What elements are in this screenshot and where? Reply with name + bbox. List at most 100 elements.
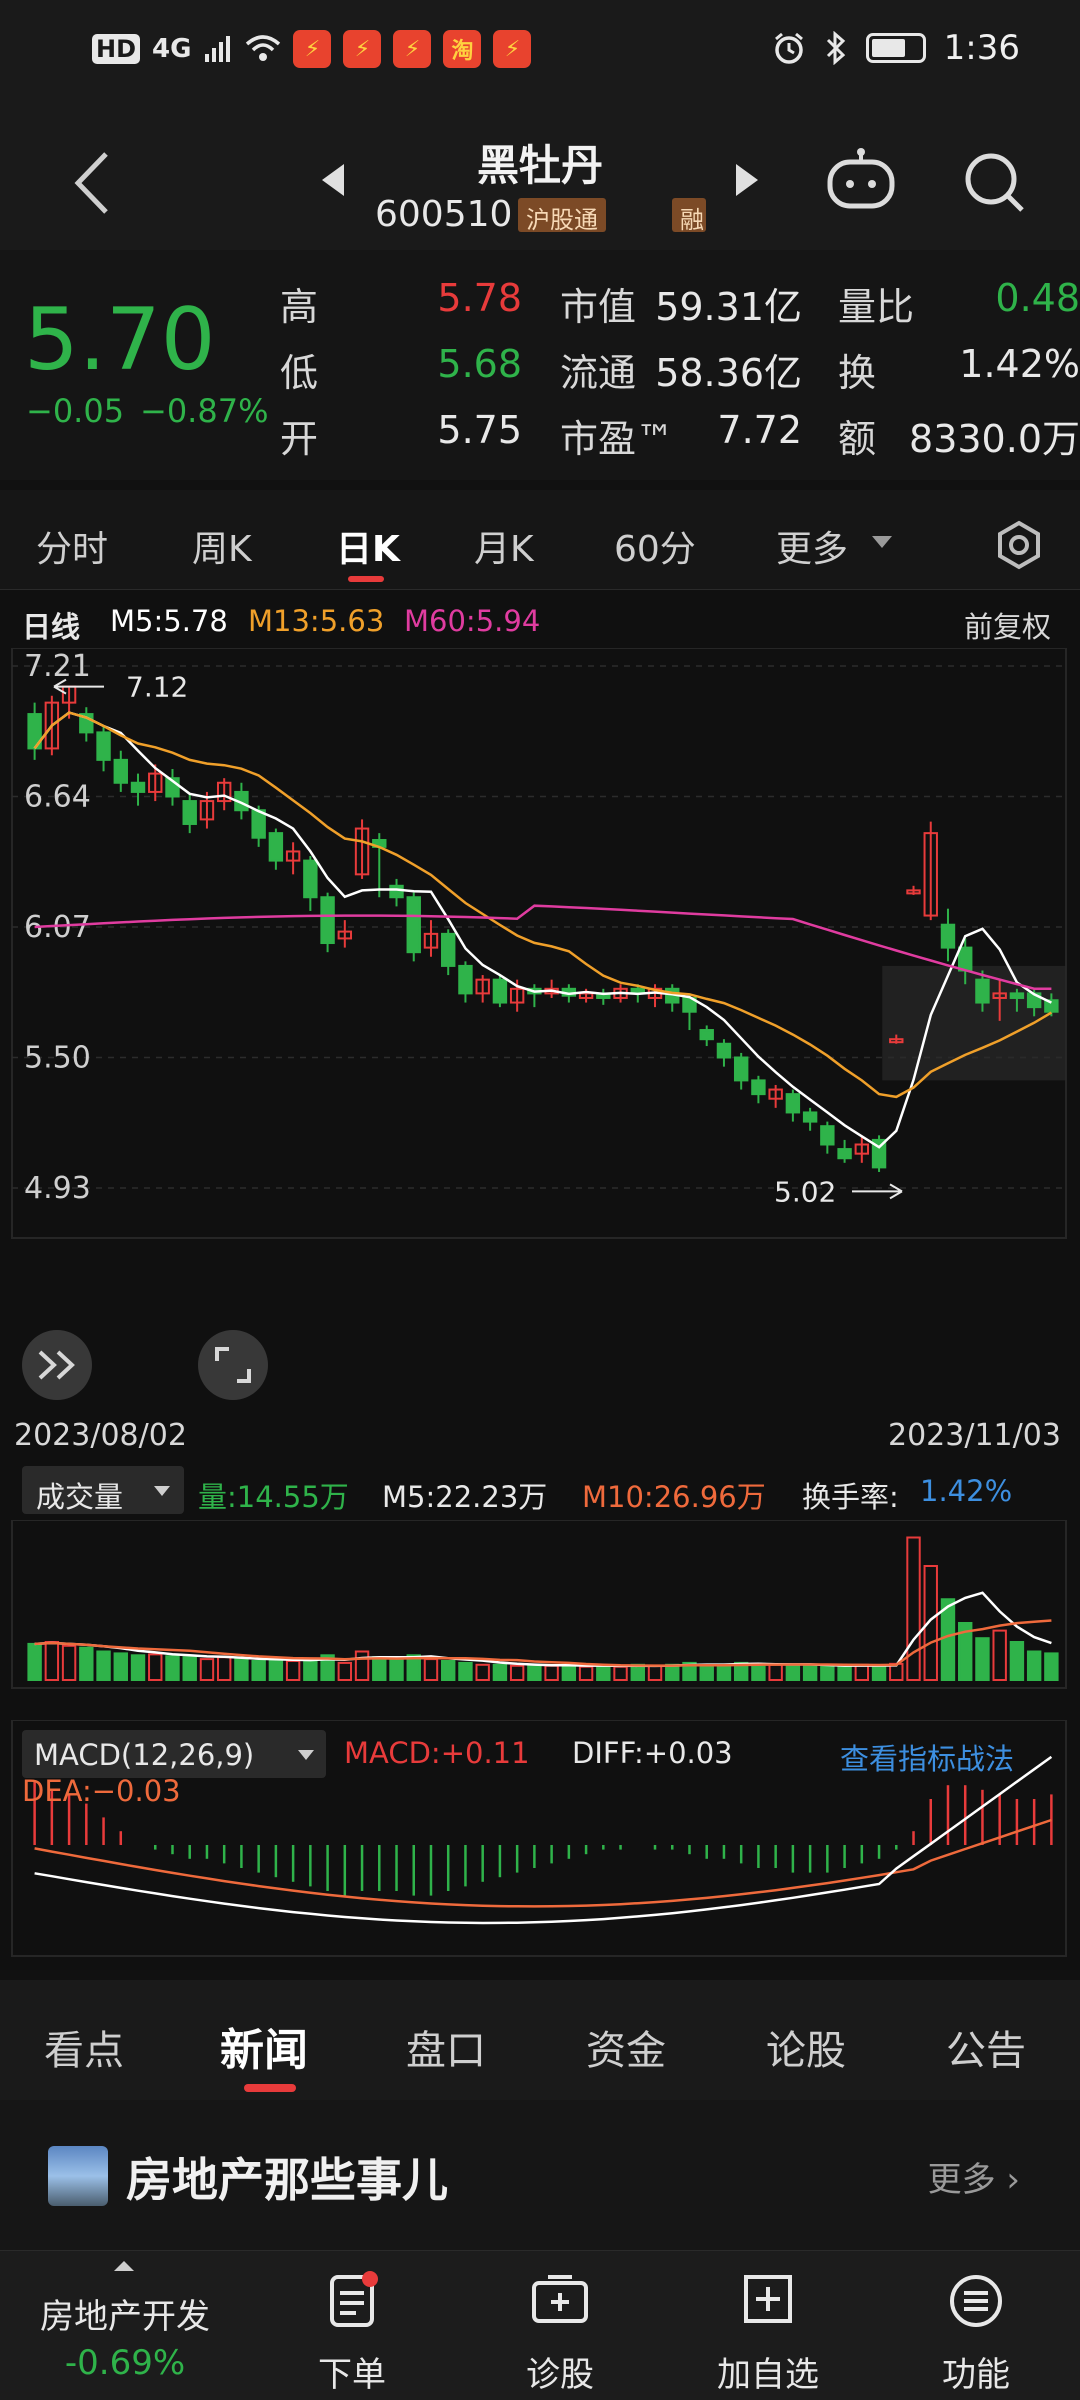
fullscreen-icon [215,1347,251,1383]
volume-indicator-select[interactable]: 成交量 [22,1466,184,1514]
notification-app-icon: ⚡ [293,30,332,68]
app-screen: HD 4G ⚡ ⚡ ⚡ 淘 ⚡ 1:36 黑牡丹 600510 沪股通 融 5.… [0,0,1080,2400]
candle-body [699,1029,714,1041]
high-marker-label: 7.12 [126,671,188,704]
expand-toolbar-button[interactable] [22,1330,92,1400]
highlight-box [882,965,1066,1081]
news-section-title: 房地产那些事儿 [126,2153,448,2207]
candlestick-chart[interactable]: 7.21 6.64 6.07 5.50 4.93 7.12 5.02 [0,648,1080,1248]
diagnose-button[interactable]: 诊股 [460,2251,660,2400]
diagnose-icon [532,2275,588,2323]
news-more-link[interactable]: 更多 › [928,2152,1020,2201]
search-icon[interactable] [962,150,1028,216]
volume-bar [596,1664,611,1681]
battery-icon [865,33,926,63]
sector-change: -0.69% [64,2343,186,2383]
macd-frame [11,1720,1067,1957]
tab-more[interactable]: 更多 [776,520,848,572]
volume-bar [871,1664,887,1681]
volume-bar [699,1663,714,1682]
fullscreen-button[interactable] [198,1330,268,1400]
volume-bar [837,1665,852,1681]
notification-app-icon: ⚡ [493,30,532,68]
chart-area: 日线 M5:5.78 M13:5.63 M60:5.94 前复权 7.21 6.6… [0,590,1080,1970]
chart-type-label: 日线 [22,610,81,644]
ma60-legend: M60:5.94 [404,604,541,638]
clock: 1:36 [943,28,1020,68]
volume-bar [492,1663,508,1682]
chevron-down-icon [154,1486,170,1496]
network-type: 4G [152,34,192,64]
robot-assistant-icon[interactable] [824,148,898,214]
tab-announcements[interactable]: 公告 [946,2018,1026,2076]
margin-tag: 融 [672,198,706,232]
caret-up-icon [114,2261,134,2271]
tab-capital[interactable]: 资金 [586,2018,666,2076]
sector-button[interactable]: 房地产开发 -0.69% [10,2251,240,2400]
tab-highlights[interactable]: 看点 [44,2018,124,2076]
double-chevron-right-icon [38,1350,75,1380]
amount-value: 8330.0万 [909,417,1080,461]
tab-monthly[interactable]: 月K [474,520,534,572]
volume-bar [1009,1641,1025,1681]
volume-value: 量:14.55万 [198,1480,349,1514]
volume-bar [785,1664,801,1681]
macd-chart[interactable] [0,1720,1080,1960]
volume-bar [768,1663,783,1682]
high-label: 高 [280,285,319,329]
order-button[interactable]: 下单 [252,2251,452,2400]
ma5-line [33,711,1052,1149]
volume-bar [27,1642,42,1681]
signal-icon [205,36,231,62]
price-change-pct: −0.87% [140,392,269,430]
volume-bar [665,1663,680,1682]
sector-name: 房地产开发 [40,2297,210,2337]
y-tick-label: 5.50 [24,1041,91,1076]
tab-intraday[interactable]: 分时 [36,520,108,572]
next-stock-icon[interactable] [732,162,762,198]
volume-bar [1026,1650,1042,1681]
open-label: 开 [280,417,319,461]
candle-body [96,731,111,761]
functions-label: 功能 [942,2355,1010,2395]
volume-ma5-line [34,1591,1052,1668]
volume-bar [578,1665,594,1681]
order-label: 下单 [318,2355,386,2395]
volume-bar [475,1663,490,1682]
order-icon [330,2271,378,2327]
volume-bar [251,1660,266,1681]
tab-60min[interactable]: 60分 [614,520,696,572]
volume-bar [216,1656,232,1681]
volume-ma5: M5:22.23万 [382,1480,548,1514]
tab-order-book[interactable]: 盘口 [406,2018,486,2076]
adjust-mode[interactable]: 前复权 [964,604,1051,646]
add-watchlist-button[interactable]: 加自选 [668,2251,868,2400]
settings-icon[interactable] [994,520,1044,570]
float-label: 流通 [560,351,637,395]
volume-bar [441,1660,456,1681]
news-section-header[interactable]: 房地产那些事儿 更多 › [0,2100,1080,2250]
hd-badge: HD [92,34,141,64]
tab-daily[interactable]: 日K [336,520,400,572]
diff-line [34,1755,1053,1925]
volume-chart[interactable] [0,1520,1080,1690]
bluetooth-icon [826,31,845,65]
volume-bar [372,1656,387,1681]
candle-body [441,932,456,967]
volume-bar [613,1665,628,1681]
volume-bar [992,1629,1007,1681]
real-estate-thumbnail [48,2146,108,2206]
status-right: 1:36 [772,28,1020,68]
wifi-icon [246,35,281,61]
tab-forum[interactable]: 论股 [766,2018,846,2076]
candle-body [303,859,318,899]
volume-bar [975,1637,990,1681]
tab-news[interactable]: 新闻 [220,2014,308,2078]
volume-bar [544,1664,559,1681]
functions-button[interactable]: 功能 [876,2251,1076,2400]
date-end: 2023/11/03 [888,1418,1061,1453]
volume-bar [44,1641,60,1681]
tab-weekly[interactable]: 周K [192,520,252,572]
tab-active-indicator [348,576,384,582]
chevron-right-icon: › [1006,2160,1020,2200]
